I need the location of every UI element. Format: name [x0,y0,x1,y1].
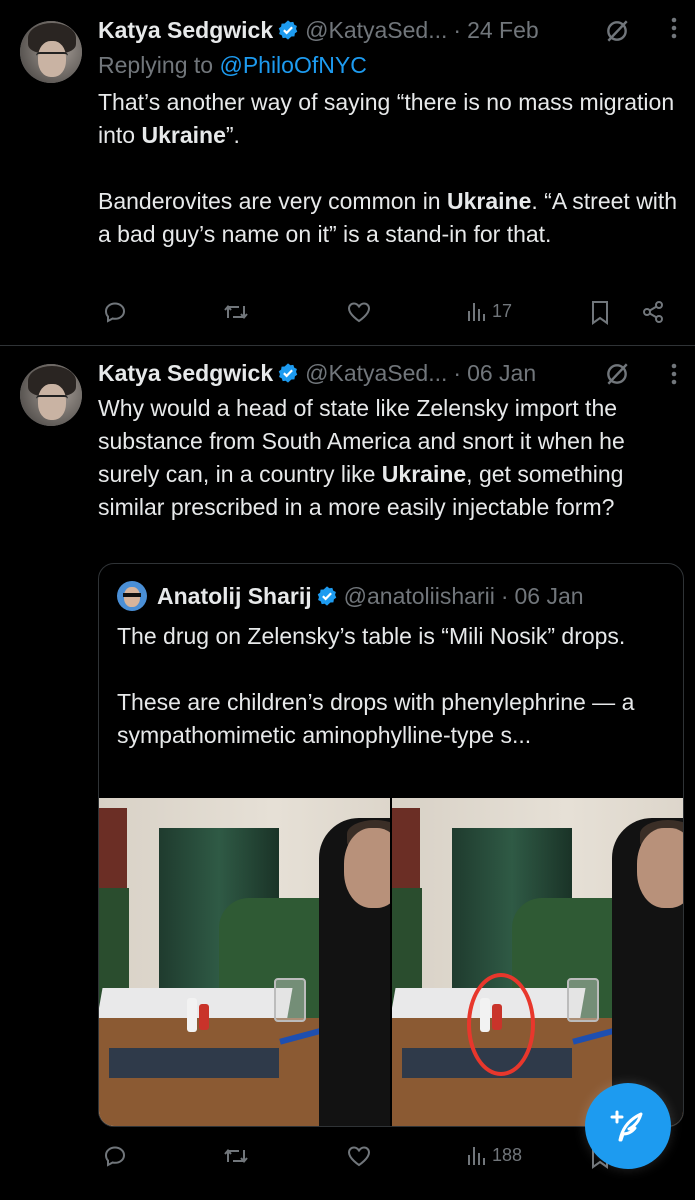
heart-icon [347,1146,371,1167]
quote-image-right[interactable] [392,798,683,1126]
views-button[interactable]: 17 [466,300,512,322]
like-button[interactable] [346,300,372,324]
author-name[interactable]: Katya Sedgwick [98,360,273,386]
quote-image-left[interactable] [99,798,390,1126]
tweet-header: Katya Sedgwick @KatyaSed... · 24 Feb [98,17,539,47]
bookmark-button[interactable] [589,300,611,326]
tweet-header: Katya Sedgwick @KatyaSed... · 06 Jan [98,360,536,390]
views-icon [468,1147,485,1165]
compose-button[interactable] [585,1083,671,1169]
grok-icon[interactable] [604,361,630,392]
retweet-button[interactable] [223,300,249,324]
replying-to-link[interactable]: @PhiloOfNYC [219,52,366,78]
text-bold-segment: Ukraine [141,122,226,148]
compose-icon [610,1110,643,1142]
separator-dot: · [453,360,462,386]
tweet-date[interactable]: 06 Jan [467,360,536,386]
text-bold-segment: Ukraine [447,188,532,214]
separator-dot: · [453,17,462,43]
text-bold-segment: Ukraine [381,461,467,487]
tweet-1[interactable]: Katya Sedgwick @KatyaSed... · 24 Feb Replyi… [0,0,695,345]
bookmark-icon [592,301,608,325]
quoted-tweet[interactable]: Anatolij Sharij @anatoliisharii · 06 Jan Th… [98,563,684,1127]
views-icon [468,303,485,321]
replying-prefix: Replying to [98,52,220,78]
share-icon [643,301,663,323]
more-icon[interactable] [671,362,677,392]
author-handle[interactable]: @KatyaSed... [305,17,447,43]
views-count: 188 [492,1144,523,1165]
avatar[interactable] [20,364,82,426]
reply-button[interactable] [103,1144,127,1168]
share-button[interactable] [641,300,665,324]
tweet-text: That’s another way of saying “there is n… [98,86,678,251]
red-circle-annotation [467,973,535,1076]
retweet-button[interactable] [223,1144,249,1168]
author-name[interactable]: Katya Sedgwick [98,17,273,43]
views-button[interactable]: 188 [466,1144,522,1166]
grok-icon[interactable] [604,18,630,49]
heart-icon [347,302,371,323]
views-count: 17 [492,300,513,321]
action-bar: 17 [98,300,678,330]
retweet-icon [224,304,248,320]
quote-text: The drug on Zelensky’s table is “Mili No… [117,623,635,748]
like-button[interactable] [346,1144,372,1168]
verified-badge-icon [277,19,299,47]
more-icon[interactable] [671,16,677,46]
reply-icon [104,1146,126,1167]
author-handle[interactable]: @KatyaSed... [305,360,447,386]
quote-avatar[interactable] [117,581,147,611]
quote-author-name[interactable]: Anatolij Sharij [157,583,312,609]
reply-button[interactable] [103,300,127,324]
verified-badge-icon [316,585,338,613]
replying-to: Replying to @PhiloOfNYC [98,52,367,79]
reply-icon [104,302,126,323]
quote-header: Anatolij Sharij @anatoliisharii · 06 Jan [157,583,584,613]
avatar[interactable] [20,21,82,83]
tweet-date[interactable]: 24 Feb [467,17,539,43]
tweet-text: Why would a head of state like Zelensky … [98,392,678,524]
quote-date[interactable]: 06 Jan [515,583,584,609]
separator-dot: · [500,583,509,609]
quote-author-handle[interactable]: @anatoliisharii [344,583,495,609]
retweet-icon [224,1148,248,1164]
verified-badge-icon [277,362,299,390]
